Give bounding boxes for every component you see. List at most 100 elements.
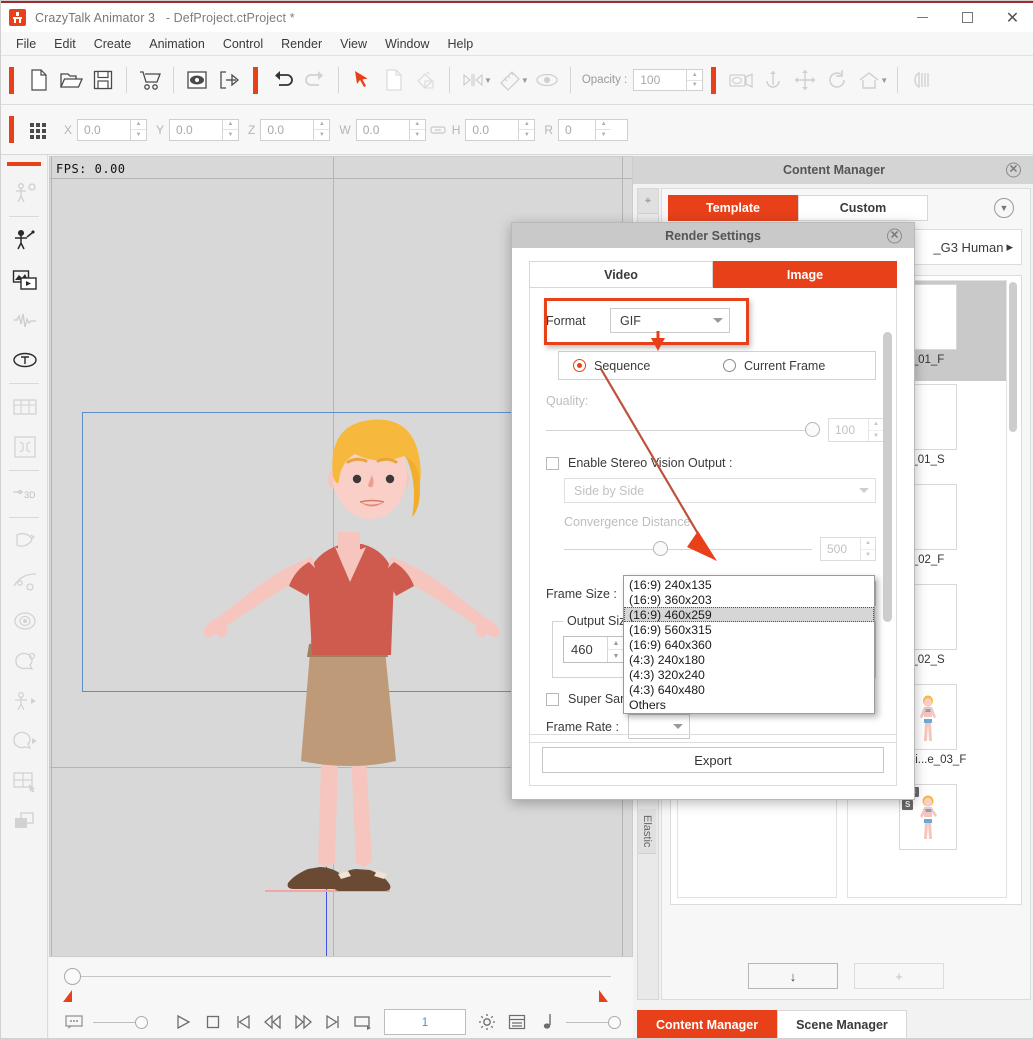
z-position-input[interactable]: 0.0 ▲ ▼ — [260, 118, 331, 141]
layer-grid-icon[interactable] — [1, 761, 48, 801]
x-position-value[interactable]: 0.0 — [78, 120, 130, 140]
category-tab-elastic[interactable]: Elastic — [638, 809, 656, 855]
convergence-slider-knob[interactable] — [653, 540, 669, 556]
align-grid-icon[interactable] — [23, 114, 55, 146]
timeline-grid-icon[interactable] — [1, 387, 48, 427]
z-stepper[interactable]: ▲ ▼ — [313, 119, 330, 140]
text-tool-icon[interactable] — [1, 340, 48, 380]
bubble-size-slider[interactable] — [93, 1015, 148, 1029]
sprite-editor-icon[interactable] — [1, 427, 48, 467]
select-arrow-icon[interactable] — [346, 64, 378, 96]
menu-view[interactable]: View — [331, 34, 376, 54]
height-value[interactable]: 0.0 — [466, 120, 518, 140]
dropdown-option[interactable]: (4:3) 240x180 — [624, 652, 874, 667]
radio-current-frame[interactable]: Current Frame — [723, 359, 825, 373]
dropdown-option[interactable]: (16:9) 360x203 — [624, 592, 874, 607]
convergence-stepper[interactable]: ▲ ▼ — [860, 538, 875, 560]
redo-icon[interactable] — [299, 64, 331, 96]
dropdown-option[interactable]: Others — [624, 697, 874, 712]
timeline-track[interactable] — [71, 976, 611, 977]
quality-stepper[interactable]: ▲ ▼ — [868, 419, 883, 441]
duplicate-icon[interactable] — [378, 64, 410, 96]
menu-help[interactable]: Help — [438, 34, 482, 54]
width-value[interactable]: 0.0 — [357, 120, 409, 140]
save-project-icon[interactable] — [87, 64, 119, 96]
panel-toggle-icon[interactable] — [905, 64, 937, 96]
range-end-marker[interactable] — [599, 990, 608, 1002]
tab-template[interactable]: Template — [668, 195, 798, 221]
body-puppet-icon[interactable] — [1, 681, 48, 721]
speech-bubble-icon[interactable] — [59, 1009, 89, 1035]
paint-bucket-icon[interactable] — [410, 64, 442, 96]
tab-custom[interactable]: Custom — [798, 195, 928, 221]
height-input[interactable]: 0.0 ▲ ▼ — [465, 118, 536, 141]
minimize-button[interactable] — [900, 2, 945, 33]
audio-waveform-icon[interactable] — [1, 300, 48, 340]
dropdown-option[interactable]: (4:3) 320x240 — [624, 667, 874, 682]
menu-file[interactable]: File — [7, 34, 45, 54]
pin-panel-icon[interactable]: ⌖ — [638, 189, 658, 214]
opacity-stepper[interactable]: 100 ▲ ▼ — [633, 69, 704, 91]
marketplace-cart-icon[interactable] — [134, 64, 166, 96]
open-project-icon[interactable] — [55, 64, 87, 96]
x-stepper[interactable]: ▲ ▼ — [130, 119, 147, 140]
y-stepper[interactable]: ▲ ▼ — [222, 119, 239, 140]
stereo-vision-checkbox[interactable] — [546, 456, 559, 470]
y-position-input[interactable]: 0.0 ▲ ▼ — [169, 118, 240, 141]
rotation-input[interactable]: 0 ▲ ▼ — [558, 118, 629, 141]
rotation-stepper[interactable]: ▲ ▼ — [595, 119, 612, 140]
range-start-marker[interactable] — [63, 990, 72, 1002]
camera-view-icon[interactable] — [725, 64, 757, 96]
frame-size-dropdown-list[interactable]: (16:9) 240x135 (16:9) 360x203 (16:9) 460… — [623, 575, 875, 714]
menu-render[interactable]: Render — [272, 34, 331, 54]
convergence-value-input[interactable]: 500 ▲ ▼ — [820, 537, 876, 561]
tab-content-manager[interactable]: Content Manager — [637, 1010, 778, 1038]
quality-slider-knob[interactable] — [805, 421, 820, 437]
render-settings-gear-icon[interactable] — [472, 1009, 502, 1035]
quality-slider[interactable] — [546, 421, 820, 437]
menu-animation[interactable]: Animation — [140, 34, 214, 54]
z-position-value[interactable]: 0.0 — [261, 120, 313, 140]
thumbnail-scrollbar[interactable] — [1009, 282, 1017, 432]
undo-icon[interactable] — [267, 64, 299, 96]
close-window-button[interactable]: ✕ — [990, 2, 1033, 33]
go-to-start-icon[interactable] — [228, 1009, 258, 1035]
width-stepper[interactable]: ▲ ▼ — [408, 119, 425, 140]
volume-slider[interactable] — [566, 1015, 621, 1029]
play-icon[interactable] — [168, 1009, 198, 1035]
dropdown-option[interactable]: (16:9) 240x135 — [624, 577, 874, 592]
convergence-slider[interactable] — [564, 540, 812, 556]
tab-image[interactable]: Image — [713, 261, 897, 288]
menu-control[interactable]: Control — [214, 34, 272, 54]
dropdown-option[interactable]: (16:9) 560x315 — [624, 622, 874, 637]
link-aspect-icon[interactable] — [426, 114, 450, 146]
morph-tool-icon[interactable] — [1, 521, 48, 561]
toolbar-grip-2[interactable] — [253, 66, 258, 94]
toolbar-grip-3[interactable] — [711, 66, 717, 94]
output-width-stepper[interactable]: ▲ ▼ — [607, 637, 624, 662]
dialog-scrollbar[interactable] — [883, 332, 892, 622]
three-d-tool-icon[interactable]: 3D — [1, 474, 48, 514]
timeline-list-icon[interactable] — [502, 1009, 532, 1035]
super-sampling-checkbox[interactable] — [546, 692, 559, 706]
y-position-value[interactable]: 0.0 — [170, 120, 222, 140]
tab-video[interactable]: Video — [529, 261, 713, 288]
rotation-value[interactable]: 0 — [559, 120, 595, 140]
render-settings-close-icon[interactable]: ✕ — [887, 228, 902, 243]
export-arrow-icon[interactable] — [213, 64, 245, 96]
ruler-caret-icon[interactable]: ▼ — [521, 76, 529, 85]
x-position-input[interactable]: 0.0 ▲ ▼ — [77, 118, 148, 141]
face-puppet-icon[interactable] — [1, 601, 48, 641]
step-back-icon[interactable] — [258, 1009, 288, 1035]
face-key-icon[interactable] — [1, 641, 48, 681]
format-select[interactable]: GIF — [610, 308, 730, 333]
home-view-caret-icon[interactable]: ▼ — [880, 76, 888, 85]
motion-path-icon[interactable] — [1, 561, 48, 601]
layers-stack-icon[interactable] — [1, 801, 48, 841]
preview-eye-icon[interactable] — [181, 64, 213, 96]
menu-window[interactable]: Window — [376, 34, 438, 54]
step-forward-icon[interactable] — [288, 1009, 318, 1035]
timeline-playhead-knob[interactable] — [64, 968, 81, 985]
quality-value-input[interactable]: 100 ▲ ▼ — [828, 418, 884, 442]
width-input[interactable]: 0.0 ▲ ▼ — [355, 118, 426, 141]
